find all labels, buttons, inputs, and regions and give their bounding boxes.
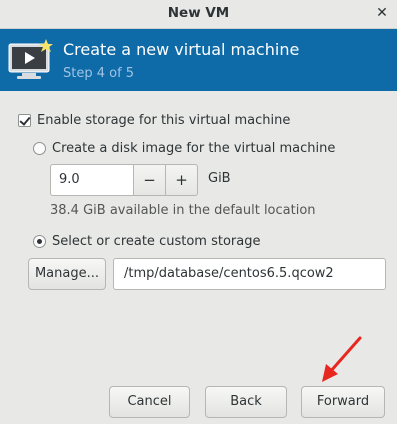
decrement-button[interactable]: − xyxy=(134,164,166,196)
radio-unselected[interactable] xyxy=(33,142,46,155)
back-button[interactable]: Back xyxy=(205,386,287,418)
radio-selected[interactable] xyxy=(33,235,46,248)
disk-image-label: Create a disk image for the virtual mach… xyxy=(52,141,336,156)
radio-dot-icon xyxy=(37,239,42,244)
custom-storage-label: Select or create custom storage xyxy=(52,234,261,249)
disk-size-input[interactable]: 9.0 xyxy=(50,164,134,196)
enable-storage-label: Enable storage for this virtual machine xyxy=(37,113,291,128)
size-unit-label: GiB xyxy=(208,171,231,186)
available-space-text: 38.4 GiB available in the default locati… xyxy=(50,203,316,218)
enable-storage-checkbox[interactable]: Enable storage for this virtual machine xyxy=(18,113,290,128)
disk-image-radio[interactable]: Create a disk image for the virtual mach… xyxy=(33,141,335,156)
manage-button[interactable]: Manage... xyxy=(28,258,106,290)
header-title: Create a new virtual machine xyxy=(63,40,300,59)
check-icon xyxy=(19,114,31,126)
forward-button[interactable]: Forward xyxy=(301,386,385,418)
storage-path-input[interactable]: /tmp/database/centos6.5.qcow2 xyxy=(113,258,386,290)
window-title: New VM xyxy=(167,5,230,21)
close-icon[interactable]: ✕ xyxy=(373,4,391,22)
window-titlebar: New VM ✕ xyxy=(0,0,397,29)
increment-button[interactable]: + xyxy=(166,164,198,196)
custom-storage-radio[interactable]: Select or create custom storage xyxy=(33,234,260,249)
checkbox-box[interactable] xyxy=(18,114,31,127)
red-arrow-icon xyxy=(322,336,362,382)
header-step: Step 4 of 5 xyxy=(63,66,135,81)
disk-size-spinbutton[interactable]: 9.0 − + xyxy=(50,164,198,196)
cancel-button[interactable]: Cancel xyxy=(109,386,190,418)
vm-monitor-icon xyxy=(8,39,53,79)
header-banner: Create a new virtual machine Step 4 of 5 xyxy=(0,29,397,91)
